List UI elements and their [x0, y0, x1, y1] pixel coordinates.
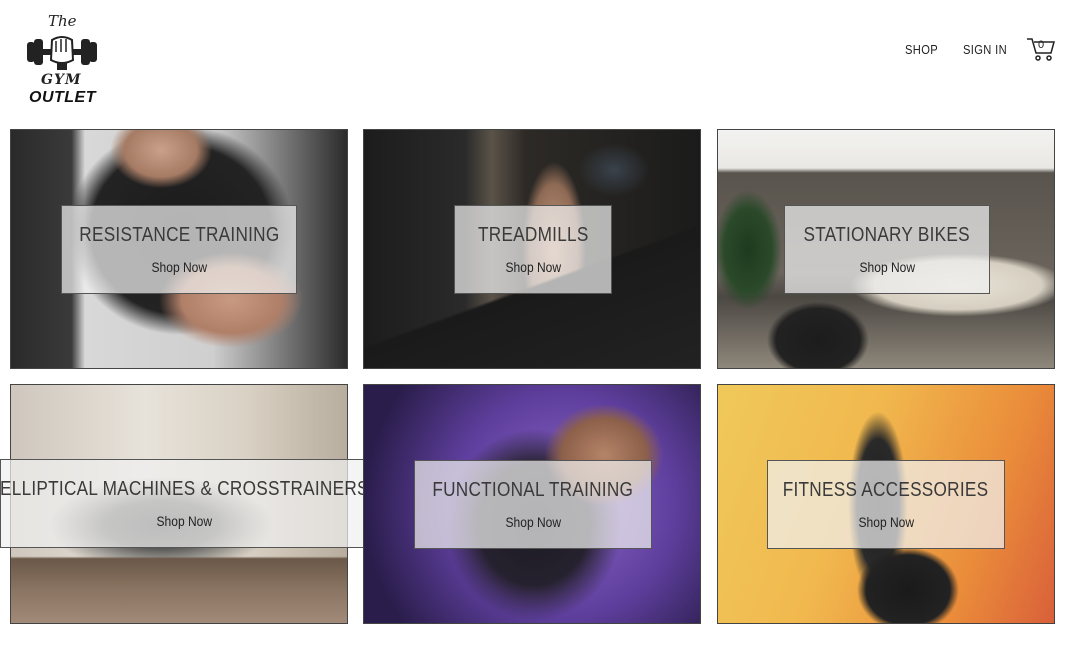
- cart-button[interactable]: 0: [1026, 36, 1056, 62]
- logo-gym-text: GYM: [41, 72, 82, 88]
- category-label-box: TREADMILLS Shop Now: [454, 205, 612, 294]
- dumbbell-fist-icon: [27, 36, 97, 70]
- cart-count: 0: [1038, 39, 1045, 51]
- nav-sign-in-link[interactable]: SIGN IN: [963, 42, 1007, 57]
- shop-now-link[interactable]: Shop Now: [157, 513, 213, 529]
- shop-now-link[interactable]: Shop Now: [505, 259, 561, 275]
- shop-now-link[interactable]: Shop Now: [505, 514, 561, 530]
- category-tile-treadmills[interactable]: TREADMILLS Shop Now: [363, 129, 701, 369]
- site-header: The GYM OUTLET SHOP SIGN IN 0: [0, 0, 1067, 120]
- shop-now-link[interactable]: Shop Now: [858, 514, 914, 530]
- category-title: STATIONARY BIKES: [803, 224, 971, 246]
- category-label-box-elliptical: ELLIPTICAL MACHINES & CROSSTRAINERS Shop…: [0, 459, 369, 548]
- category-label-box: FUNCTIONAL TRAINING Shop Now: [414, 460, 652, 549]
- logo-the-text: The: [48, 12, 77, 30]
- category-label-box: STATIONARY BIKES Shop Now: [784, 205, 990, 294]
- category-tile-resistance-training[interactable]: RESISTANCE TRAINING Shop Now: [10, 129, 348, 369]
- logo-outlet-text: OUTLET: [29, 89, 96, 106]
- category-tile-stationary-bikes[interactable]: STATIONARY BIKES Shop Now: [717, 129, 1055, 369]
- category-title: FUNCTIONAL TRAINING: [432, 479, 634, 501]
- nav-shop-link[interactable]: SHOP: [905, 42, 938, 57]
- shop-now-link[interactable]: Shop Now: [151, 259, 207, 275]
- gym-outlet-logo[interactable]: The GYM OUTLET: [24, 12, 100, 110]
- category-label-box: FITNESS ACCESSORIES Shop Now: [767, 460, 1005, 549]
- shop-now-link[interactable]: Shop Now: [859, 259, 915, 275]
- category-title: FITNESS ACCESSORIES: [783, 479, 989, 501]
- category-title: TREADMILLS: [477, 224, 589, 246]
- category-tile-functional-training[interactable]: FUNCTIONAL TRAINING Shop Now: [363, 384, 701, 624]
- category-label-box: RESISTANCE TRAINING Shop Now: [61, 205, 297, 294]
- category-title: ELLIPTICAL MACHINES & CROSSTRAINERS: [0, 478, 369, 500]
- category-title: RESISTANCE TRAINING: [78, 224, 280, 246]
- category-tile-fitness-accessories[interactable]: FITNESS ACCESSORIES Shop Now: [717, 384, 1055, 624]
